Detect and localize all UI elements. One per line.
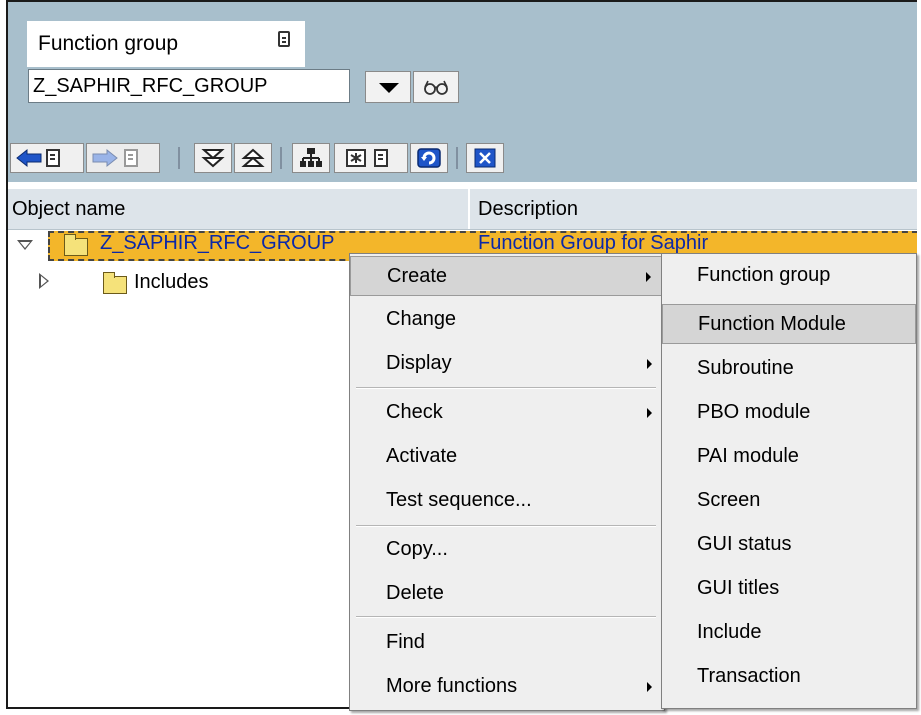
toolbar [8, 140, 917, 178]
close-button[interactable] [466, 143, 504, 173]
submenu-item-function-group[interactable]: Function group [662, 256, 916, 296]
select-icon [346, 149, 388, 167]
object-type-selector[interactable]: Function group [27, 21, 305, 67]
menu-item-label: Display [386, 352, 452, 374]
menu-item-test-sequence[interactable]: Test sequence... [350, 481, 664, 521]
menu-separator [356, 525, 656, 527]
menu-item-display[interactable]: Display [350, 344, 664, 384]
selection-area: Function group Z_SAPHIR_RFC_GROUP [8, 2, 917, 182]
collapse-node-icon[interactable] [17, 240, 33, 250]
column-description[interactable]: Description [478, 198, 578, 221]
menu-item-find[interactable]: Find [350, 623, 664, 663]
toolbar-separator [456, 147, 458, 169]
menu-item-label: Test sequence... [386, 489, 532, 511]
submenu-item-label: GUI titles [697, 577, 780, 599]
dropdown-button[interactable] [365, 71, 411, 103]
menu-item-create[interactable]: Create [350, 256, 664, 296]
submenu-item-label: GUI status [697, 533, 792, 555]
menu-item-label: More functions [386, 675, 518, 697]
menu-item-label: Copy... [386, 538, 448, 560]
submenu-item-include[interactable]: Include [662, 613, 916, 653]
submenu-item-label: Function group [697, 264, 831, 286]
function-group-input[interactable]: Z_SAPHIR_RFC_GROUP [28, 69, 350, 103]
menu-item-activate[interactable]: Activate [350, 437, 664, 477]
menu-item-delete[interactable]: Delete [350, 574, 664, 614]
submenu-item-label: PAI module [697, 445, 799, 467]
folder-icon [64, 234, 88, 256]
display-button[interactable] [413, 71, 459, 103]
expand-button[interactable] [194, 143, 232, 173]
forward-button[interactable] [86, 143, 160, 173]
expand-icon [201, 149, 225, 168]
hierarchy-button[interactable] [292, 143, 330, 173]
toolbar-separator [178, 147, 180, 169]
submenu-item-label: Screen [697, 489, 761, 511]
menu-item-label: Change [386, 308, 457, 330]
submenu-item-label: Include [697, 621, 762, 643]
expand-node-icon[interactable] [39, 273, 49, 289]
folder-icon [103, 272, 127, 294]
submenu-arrow-icon [646, 272, 651, 282]
submenu-item-subroutine[interactable]: Subroutine [662, 349, 916, 389]
tree-node-root-description: Function Group for Saphir [478, 232, 709, 254]
submenu-item-gui-titles[interactable]: GUI titles [662, 569, 916, 609]
tree-header: Object name Description [8, 189, 917, 230]
submenu-item-label: Function Module [698, 313, 846, 335]
tree-node-root-name[interactable]: Z_SAPHIR_RFC_GROUP [100, 232, 335, 255]
menu-item-label: Find [386, 631, 425, 653]
submenu-arrow-icon [647, 359, 652, 369]
submenu-arrow-icon [647, 408, 652, 418]
submenu-item-label: PBO module [697, 401, 811, 423]
column-object-name[interactable]: Object name [12, 198, 125, 221]
column-separator[interactable] [468, 189, 470, 229]
refresh-icon [417, 148, 441, 168]
collapse-icon [241, 148, 265, 167]
context-menu: Create Change Display Check Activate Tes… [349, 253, 665, 711]
back-button[interactable] [10, 143, 84, 173]
menu-item-more-functions[interactable]: More functions [350, 667, 664, 707]
menu-separator [356, 616, 656, 618]
submenu-item-screen[interactable]: Screen [662, 481, 916, 521]
hierarchy-icon [300, 148, 322, 167]
submenu-item-gui-status[interactable]: GUI status [662, 525, 916, 565]
back-icon [16, 148, 60, 168]
menu-item-label: Delete [386, 582, 444, 604]
glasses-icon [424, 80, 448, 95]
submenu-arrow-icon [647, 682, 652, 692]
refresh-button[interactable] [410, 143, 448, 173]
select-button[interactable] [334, 143, 408, 173]
object-type-list-icon[interactable] [278, 31, 290, 47]
create-submenu: Function group Function Module Subroutin… [661, 253, 917, 709]
menu-item-change[interactable]: Change [350, 300, 664, 340]
close-icon [474, 148, 496, 168]
menu-item-label: Create [387, 265, 448, 287]
toolbar-separator [280, 147, 282, 169]
tree-node-includes[interactable]: Includes [134, 271, 209, 294]
menu-separator [356, 387, 656, 389]
submenu-item-transaction[interactable]: Transaction [662, 657, 916, 697]
collapse-button[interactable] [234, 143, 272, 173]
submenu-item-pai-module[interactable]: PAI module [662, 437, 916, 477]
forward-icon [92, 148, 138, 168]
object-type-label: Function group [38, 32, 179, 55]
submenu-item-pbo-module[interactable]: PBO module [662, 393, 916, 433]
submenu-item-label: Subroutine [697, 357, 794, 379]
menu-item-label: Check [386, 401, 443, 423]
submenu-item-function-module[interactable]: Function Module [662, 304, 916, 344]
menu-item-copy[interactable]: Copy... [350, 530, 664, 570]
submenu-item-label: Transaction [697, 665, 801, 687]
menu-item-check[interactable]: Check [350, 393, 664, 433]
menu-item-label: Activate [386, 445, 458, 467]
